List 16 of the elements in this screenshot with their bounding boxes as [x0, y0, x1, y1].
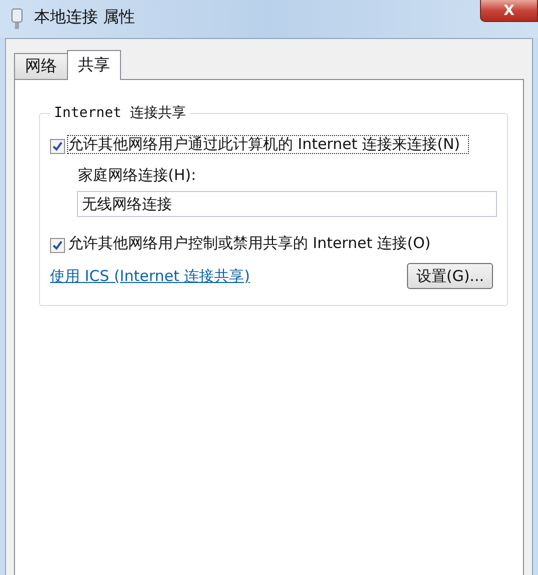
close-button[interactable]: X — [480, 0, 538, 22]
checkbox-label[interactable]: 允许其他网络用户控制或禁用共享的 Internet 连接(O) — [68, 235, 468, 252]
group-title: Internet 连接共享 — [53, 104, 187, 122]
input-field[interactable]: 无线网络连接 — [77, 191, 497, 217]
settings-button[interactable]: 设置(G)... — [407, 263, 493, 289]
checkbox[interactable] — [50, 238, 65, 253]
check-icon — [52, 240, 63, 251]
tab[interactable]: 共享 — [67, 50, 121, 80]
tab[interactable]: 网络 — [14, 53, 68, 79]
window-title: 本地连接 属性 — [34, 7, 136, 28]
network-adapter-icon — [10, 8, 24, 30]
checkbox[interactable] — [50, 139, 65, 154]
ics-link[interactable]: 使用 ICS (Internet 连接共享) — [50, 266, 250, 286]
check-icon — [52, 141, 63, 152]
field-label: 家庭网络连接(H): — [78, 166, 198, 185]
checkbox-label[interactable]: 允许其他网络用户通过此计算机的 Internet 连接来连接(N) — [68, 136, 468, 153]
